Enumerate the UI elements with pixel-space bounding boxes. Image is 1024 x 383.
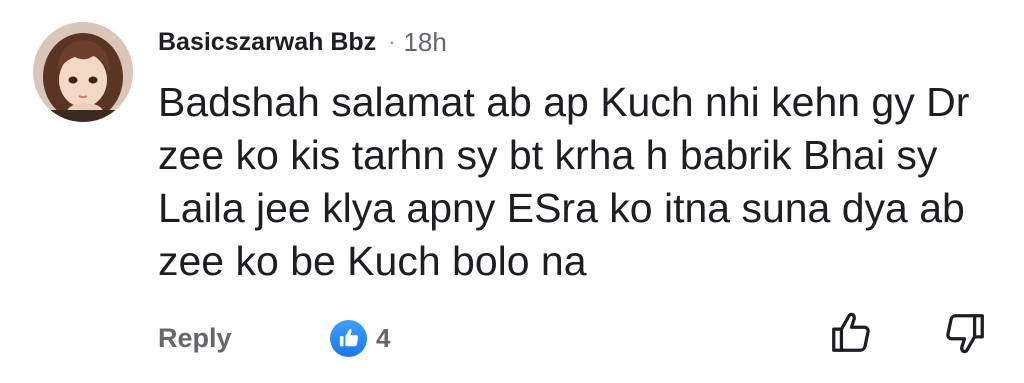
timestamp[interactable]: 18h — [403, 27, 446, 58]
thumbs-up-icon[interactable] — [828, 310, 874, 356]
separator-dot: · — [388, 29, 396, 54]
comment-actions: Reply — [158, 316, 232, 360]
comment-line: zee ko be Kuch bolo na — [158, 238, 587, 284]
comment-line: zee ko kis tarhn sy bt krha h babrik Bha… — [158, 132, 938, 178]
like-icon — [330, 319, 367, 357]
comment-text: Badshah salamat ab ap Kuch nhi kehn gy D… — [158, 76, 988, 288]
avatar[interactable] — [33, 22, 133, 122]
reaction-count: 4 — [376, 322, 391, 353]
comment-header: Basicszarwah Bbz · 18h — [158, 24, 447, 60]
comment-line: Laila jee klya apny ESra ko itna suna dy… — [158, 185, 965, 231]
reaction-summary[interactable]: 4 — [330, 318, 390, 358]
reply-button[interactable]: Reply — [158, 323, 232, 354]
author-name[interactable]: Basicszarwah Bbz — [158, 28, 376, 57]
comment-line: Badshah salamat ab ap Kuch nhi kehn gy D… — [158, 79, 970, 125]
thumbs-down-icon[interactable] — [942, 310, 988, 356]
